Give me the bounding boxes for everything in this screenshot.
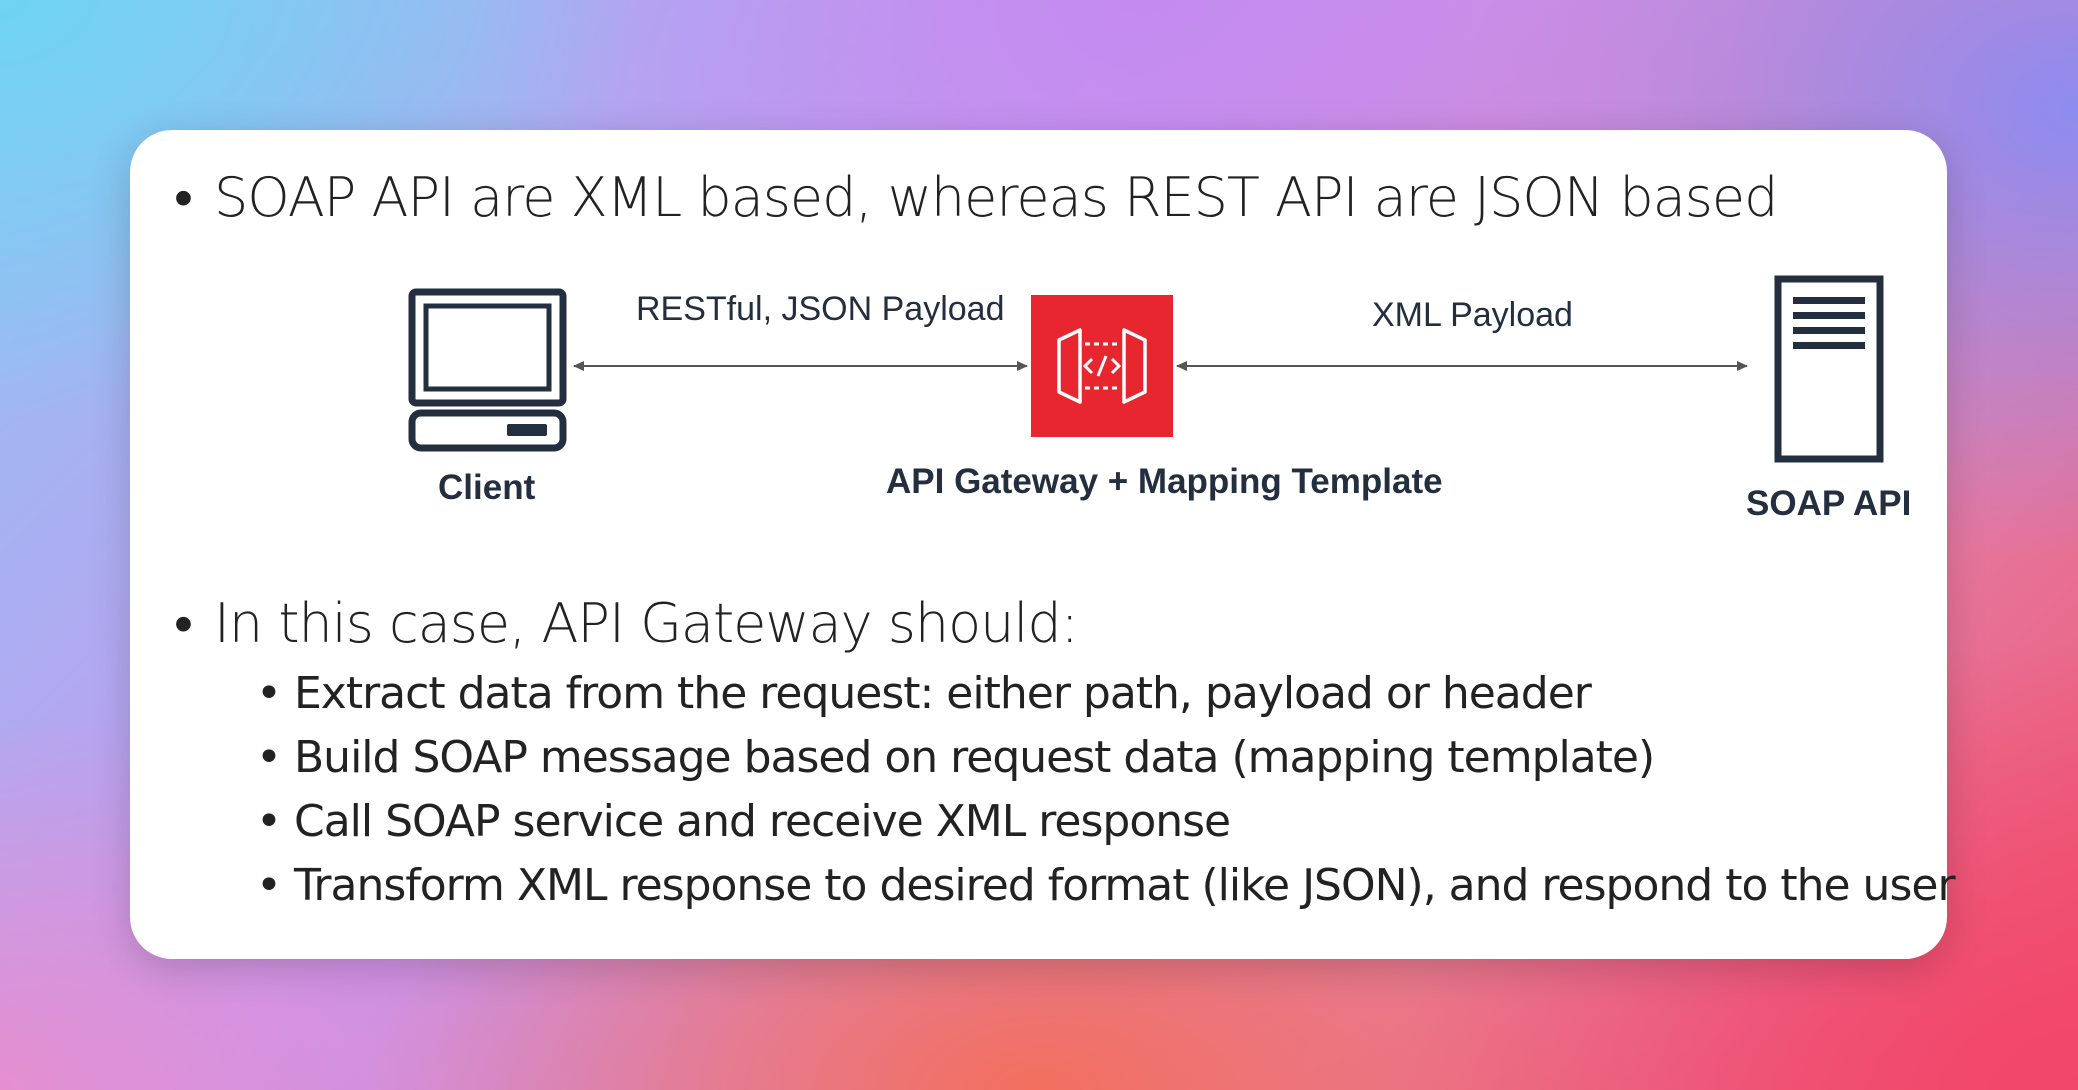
bullet-text: In this case, API Gateway should: xyxy=(214,592,1079,655)
bullet-api-gateway-should: • In this case, API Gateway should: xyxy=(174,592,1079,655)
sub-bullet-dot: • xyxy=(256,860,282,911)
sub-bullet-extract: • Extract data from the request: either … xyxy=(256,668,1592,719)
sub-bullet-call: • Call SOAP service and receive XML resp… xyxy=(256,796,1231,847)
desktop-computer-icon xyxy=(408,288,567,452)
architecture-diagram xyxy=(408,275,1884,463)
bullet-dot: • xyxy=(174,592,193,655)
sub-bullet-dot: • xyxy=(256,732,282,783)
edge-label-xml-payload: XML Payload xyxy=(1372,296,1573,334)
sub-bullet-transform: • Transform XML response to desired form… xyxy=(256,860,1956,911)
edge-label-rest-json: RESTful, JSON Payload xyxy=(636,290,1005,328)
sub-bullet-text: Call SOAP service and receive XML respon… xyxy=(294,796,1231,847)
server-icon xyxy=(1774,275,1884,463)
sub-bullet-dot: • xyxy=(256,796,282,847)
sub-bullet-text: Extract data from the request: either pa… xyxy=(294,668,1592,719)
node-label-client: Client xyxy=(438,468,536,507)
sub-bullet-build: • Build SOAP message based on request da… xyxy=(256,732,1655,783)
sub-bullet-dot: • xyxy=(256,668,282,719)
node-label-soap-api: SOAP API xyxy=(1746,484,1912,523)
sub-bullet-text: Build SOAP message based on request data… xyxy=(294,732,1655,783)
node-label-api-gateway: API Gateway + Mapping Template xyxy=(886,462,1443,501)
slide-card: • SOAP API are XML based, whereas REST A… xyxy=(130,130,1956,959)
sub-bullet-text: Transform XML response to desired format… xyxy=(294,860,1956,911)
api-gateway-icon xyxy=(1031,295,1173,437)
